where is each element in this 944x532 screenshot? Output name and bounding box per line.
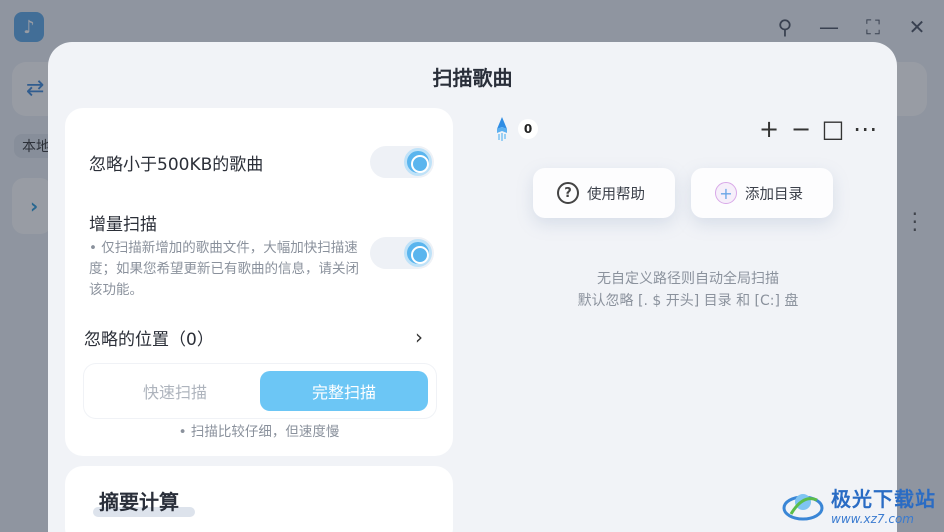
summary-card: 摘要计算 bbox=[65, 466, 453, 532]
quick-scan-option[interactable]: 快速扫描 bbox=[91, 371, 259, 411]
rocket-icon bbox=[497, 117, 507, 141]
scan-settings-card: 忽略小于500KB的歌曲 增量扫描 • 仅扫描新增加的歌曲文件，大幅加快扫描速度… bbox=[65, 108, 453, 456]
scan-mode-hint: • 扫描比较仔细，但速度慢 bbox=[178, 424, 340, 440]
folder-tools: + − □ ⋯ bbox=[756, 115, 878, 143]
select-all-icon[interactable]: □ bbox=[820, 115, 846, 143]
incremental-scan-description: • 仅扫描新增加的歌曲文件，大幅加快扫描速度；如果您希望更新已有歌曲的信息，请关… bbox=[89, 240, 359, 298]
summary-title: 摘要计算 bbox=[93, 486, 195, 517]
question-icon: ? bbox=[557, 182, 579, 204]
add-icon[interactable]: + bbox=[756, 115, 782, 143]
folder-count-badge: 0 bbox=[518, 119, 538, 139]
watermark-url: www.xz7.com bbox=[831, 512, 914, 526]
scan-mode-selector: 快速扫描 完整扫描 bbox=[84, 364, 436, 418]
remove-icon[interactable]: − bbox=[788, 115, 814, 143]
ignore-small-toggle[interactable] bbox=[370, 146, 434, 178]
chevron-right-icon[interactable]: › bbox=[415, 325, 423, 349]
dialog-title: 扫描歌曲 bbox=[48, 62, 897, 93]
add-folder-button-label: 添加目录 bbox=[745, 186, 803, 203]
full-scan-option[interactable]: 完整扫描 bbox=[260, 371, 428, 411]
help-button-label: 使用帮助 bbox=[587, 186, 645, 203]
watermark-logo-icon bbox=[782, 493, 824, 520]
scan-songs-dialog: 扫描歌曲 忽略小于500KB的歌曲 增量扫描 • 仅扫描新增加的歌曲文件，大幅加… bbox=[48, 42, 897, 532]
toggle-knob bbox=[404, 148, 432, 176]
toggle-knob bbox=[404, 239, 432, 267]
ignored-locations-label[interactable]: 忽略的位置（0） bbox=[84, 325, 214, 350]
ignore-small-label: 忽略小于500KB的歌曲 bbox=[89, 155, 264, 175]
incremental-scan-label: 增量扫描 bbox=[89, 215, 157, 235]
add-folder-button[interactable]: + 添加目录 bbox=[691, 168, 833, 218]
incremental-scan-toggle[interactable] bbox=[370, 237, 434, 269]
watermark-name: 极光下载站 bbox=[831, 487, 936, 511]
empty-message-line1: 无自定义路径则自动全局扫描 bbox=[597, 271, 779, 287]
watermark: 极光下载站 www.xz7.com bbox=[781, 483, 936, 526]
plus-circle-icon: + bbox=[715, 182, 737, 204]
help-button[interactable]: ? 使用帮助 bbox=[533, 168, 675, 218]
empty-message-line2: 默认忽略 [. $ 开头] 目录 和 [C:] 盘 bbox=[577, 293, 799, 309]
more-icon[interactable]: ⋯ bbox=[852, 115, 878, 143]
